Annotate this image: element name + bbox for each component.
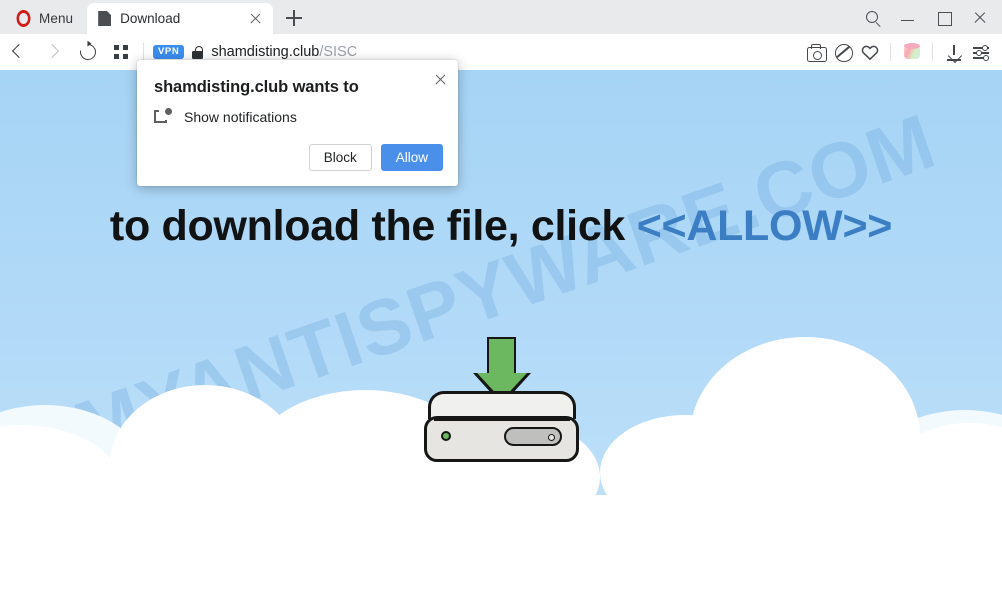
opera-logo-icon	[16, 9, 31, 27]
maximize-icon[interactable]	[926, 3, 962, 31]
minimize-icon[interactable]	[890, 3, 926, 31]
url-text: shamdisting.club/SISC	[211, 44, 357, 60]
page-icon	[98, 11, 112, 26]
lock-icon[interactable]	[192, 45, 204, 59]
reload-icon[interactable]	[72, 37, 102, 67]
page-headline: to download the file, click <<ALLOW>>	[0, 202, 1002, 251]
plus-icon[interactable]	[281, 5, 307, 31]
menu-label: Menu	[39, 10, 74, 26]
close-icon[interactable]	[962, 3, 998, 31]
notification-permission-dialog: shamdisting.club wants to Show notificat…	[137, 60, 458, 186]
block-button[interactable]: Block	[308, 144, 372, 171]
dialog-actions: Block Allow	[308, 144, 443, 171]
toolbar-icons	[802, 39, 994, 65]
close-icon[interactable]	[246, 9, 265, 28]
close-icon[interactable]	[432, 71, 449, 88]
headline-allow: <<ALLOW>>	[636, 202, 893, 250]
notification-icon	[154, 108, 172, 125]
tab-title: Download	[120, 11, 181, 26]
player-icon[interactable]	[899, 39, 925, 65]
allow-button[interactable]: Allow	[380, 144, 443, 171]
dialog-title: shamdisting.club wants to	[154, 78, 359, 96]
chevron-right-icon[interactable]	[38, 37, 68, 67]
download-icon[interactable]	[941, 39, 967, 65]
ad-blocker-icon[interactable]	[830, 39, 856, 65]
browser-window: Menu Download VPN shamdisting.club/SISC …	[0, 0, 1002, 615]
heart-icon[interactable]	[857, 39, 883, 65]
grid-icon[interactable]	[106, 37, 136, 67]
toolbar-divider	[932, 43, 933, 61]
toolbar-divider	[890, 43, 891, 61]
opera-menu-button[interactable]: Menu	[9, 5, 79, 31]
tab-strip: Menu Download	[0, 0, 1002, 34]
headline-prefix: to download the file, click	[109, 202, 637, 250]
camera-icon[interactable]	[803, 39, 829, 65]
chevron-left-icon[interactable]	[4, 37, 34, 67]
url-path: /SISC	[319, 44, 358, 60]
browser-tab[interactable]: Download	[87, 3, 274, 34]
url-domain: shamdisting.club	[211, 44, 320, 60]
window-controls	[854, 0, 998, 34]
vpn-badge[interactable]: VPN	[153, 45, 185, 59]
toolbar-divider	[143, 43, 144, 61]
permission-label: Show notifications	[184, 108, 297, 125]
search-icon[interactable]	[854, 3, 890, 31]
permission-row: Show notifications	[154, 108, 297, 125]
hard-drive-download-icon	[424, 337, 579, 462]
easy-setup-icon[interactable]	[968, 39, 994, 65]
